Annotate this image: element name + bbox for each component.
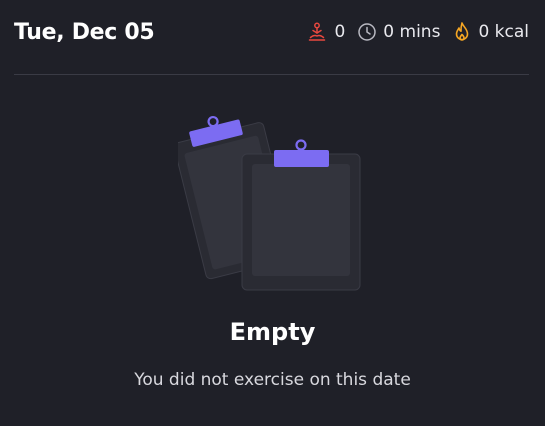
header-divider xyxy=(14,74,529,75)
empty-state-message: You did not exercise on this date xyxy=(134,370,411,390)
clipboards-icon xyxy=(173,110,368,300)
duration-value: 0 mins xyxy=(383,22,441,42)
meditation-icon xyxy=(306,21,328,43)
calories-stat: 0 kcal xyxy=(452,21,529,43)
sessions-count: 0 xyxy=(334,22,346,42)
empty-state-title: Empty xyxy=(229,318,316,346)
duration-stat: 0 mins xyxy=(357,22,440,42)
day-stats: 0 0 mins 0 kcal xyxy=(306,21,529,43)
date-title: Tue, Dec 05 xyxy=(14,19,155,45)
sessions-stat: 0 xyxy=(306,21,345,43)
day-header: Tue, Dec 05 0 0 mins 0 kcal xyxy=(14,14,529,50)
calories-value: 0 kcal xyxy=(478,22,529,42)
clock-icon xyxy=(357,22,377,42)
flame-icon xyxy=(452,21,472,43)
